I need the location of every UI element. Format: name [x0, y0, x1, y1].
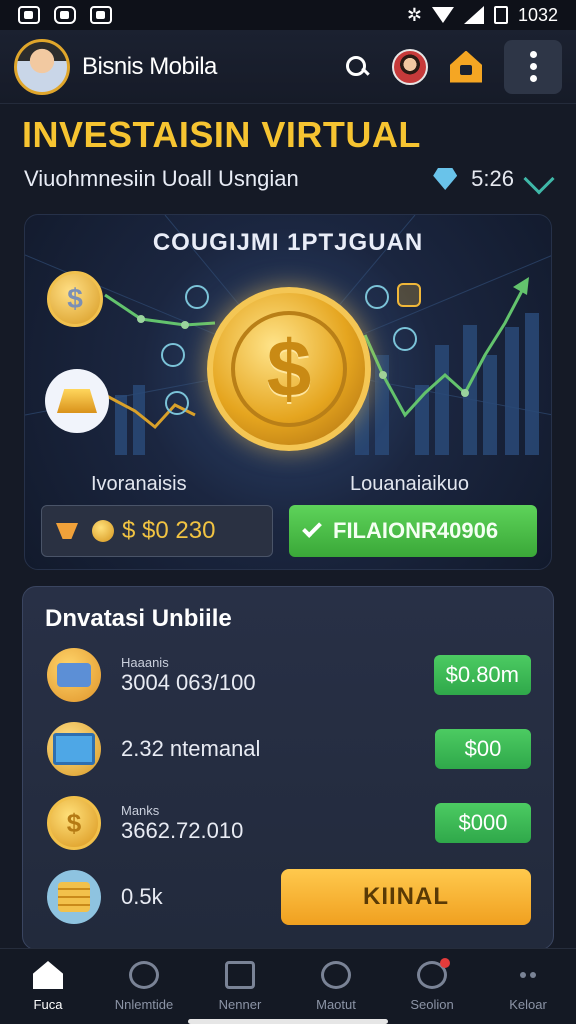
dollar-coin-icon: $ — [47, 796, 101, 850]
list-item[interactable]: 0.5k KIINAL — [47, 867, 531, 927]
nav-item-search[interactable]: Seolion — [384, 949, 480, 1024]
vibrate-icon: ✲ — [406, 4, 422, 25]
item-value: 3662.72.010 — [121, 817, 244, 843]
nav-label: Keloar — [509, 997, 547, 1012]
wifi-icon — [431, 7, 454, 23]
item-price-button[interactable]: $000 — [435, 803, 531, 843]
globe-icon — [47, 648, 101, 702]
gallery-icon — [18, 6, 40, 24]
battery-icon — [493, 6, 508, 24]
balance-value: $ $0 230 — [122, 517, 216, 544]
app-title: Bisnis Mobila — [82, 52, 217, 80]
stat-value: 5:26 — [471, 166, 514, 191]
chest-icon — [47, 722, 101, 776]
card-icon — [225, 961, 255, 989]
chart-badge-icon — [393, 327, 417, 351]
overflow-menu-button[interactable] — [504, 39, 562, 94]
check-icon — [302, 518, 322, 538]
dollar-symbol: $ — [266, 324, 312, 413]
gold-bar-icon — [45, 369, 109, 433]
nav-item-history[interactable]: Nnlemtide — [96, 949, 192, 1024]
banner-title: COUGIJMI 1PTJGUAN — [152, 229, 424, 256]
confirm-investment-button[interactable]: FILAIONR40906 — [289, 505, 537, 557]
item-price-button[interactable]: $0.80m — [433, 655, 531, 695]
diamond-icon — [433, 168, 458, 190]
wallet-badge-icon — [397, 283, 421, 307]
nav-item-wallet[interactable]: Maotut — [288, 949, 384, 1024]
status-notifications — [18, 6, 112, 24]
confirm-investment-label: FILAIONR40906 — [333, 518, 499, 543]
trend-down-icon[interactable] — [523, 163, 555, 195]
dot-icon — [529, 63, 537, 70]
nav-item-more[interactable]: Keloar — [480, 949, 576, 1024]
nav-item-cards[interactable]: Nenner — [192, 949, 288, 1024]
item-value: 3004 063/100 — [121, 669, 256, 695]
chart-badge-icon — [165, 391, 189, 415]
investment-list-panel: Dnvatasi Unbiile Haaanis 3004 063/100 $0… — [22, 586, 554, 950]
item-caption: Haaanis — [121, 654, 169, 670]
chart-badge-icon — [185, 285, 209, 309]
nav-item-home[interactable]: Fuca — [0, 949, 96, 1024]
notification-icon — [90, 6, 112, 24]
item-value: 2.32 ntemanal — [121, 736, 261, 761]
item-caption: Manks — [121, 802, 160, 818]
home-indicator — [188, 1019, 388, 1024]
instagram-icon — [54, 6, 76, 24]
search-icon[interactable] — [344, 54, 370, 80]
item-value: 0.5k — [121, 884, 163, 909]
status-indicators: ✲ 1032 — [407, 5, 558, 26]
kiinal-button[interactable]: KIINAL — [281, 869, 531, 925]
banner-label-right: Louanaiaikuo — [350, 473, 469, 495]
search-icon — [417, 958, 450, 989]
nav-label: Maotut — [316, 997, 356, 1012]
avatar[interactable] — [14, 38, 70, 95]
dot-icon — [529, 51, 537, 58]
nav-label: Fuca — [33, 997, 63, 1012]
bottom-nav: Fuca Nnlemtide Nenner Maotut Seolion Kel… — [0, 948, 576, 1024]
list-item[interactable]: $ Manks 3662.72.010 $000 — [47, 793, 531, 853]
more-icon — [513, 961, 543, 989]
app-bar: Bisnis Mobila — [0, 30, 576, 104]
item-price-button[interactable]: $00 — [435, 729, 531, 769]
banner-label-left: Ivoranaisis — [91, 473, 187, 495]
header-stats: 5:26 — [433, 163, 555, 195]
home-icon[interactable] — [450, 50, 482, 83]
profile-avatar-icon[interactable] — [392, 48, 428, 85]
chart-badge-icon — [365, 285, 389, 309]
app-actions — [344, 39, 562, 94]
gold-stack-icon — [47, 870, 101, 924]
clock-icon — [129, 961, 159, 989]
dollar-coin-icon: $ — [47, 271, 103, 327]
page-subtitle: Viuohmnesiin Uoall Usngian — [24, 166, 299, 191]
nav-label: Seolion — [410, 997, 454, 1012]
list-item[interactable]: 2.32 ntemanal $00 — [47, 719, 531, 779]
investment-banner: COUGIJMI 1PTJGUAN $ $ Ivoranaisis Louana… — [24, 214, 552, 570]
chart-badge-icon — [161, 343, 185, 367]
coin-icon — [92, 520, 114, 542]
list-item[interactable]: Haaanis 3004 063/100 $0.80m — [47, 645, 531, 705]
gem-icon — [56, 523, 78, 539]
status-bar: ✲ 1032 — [0, 0, 576, 30]
status-time: 1032 — [517, 4, 558, 25]
coin-icon — [321, 961, 351, 989]
signal-icon — [463, 6, 484, 24]
balance-display[interactable]: $ $0 230 — [41, 505, 273, 557]
page-title: INVESTAISIN VIRTUAL — [22, 114, 421, 155]
dollar-coin-icon: $ — [207, 287, 371, 451]
panel-title: Dnvatasi Unbiile — [45, 605, 232, 632]
home-icon — [33, 961, 63, 989]
nav-label: Nenner — [218, 997, 262, 1012]
dot-icon — [529, 75, 537, 82]
nav-label: Nnlemtide — [114, 997, 174, 1012]
